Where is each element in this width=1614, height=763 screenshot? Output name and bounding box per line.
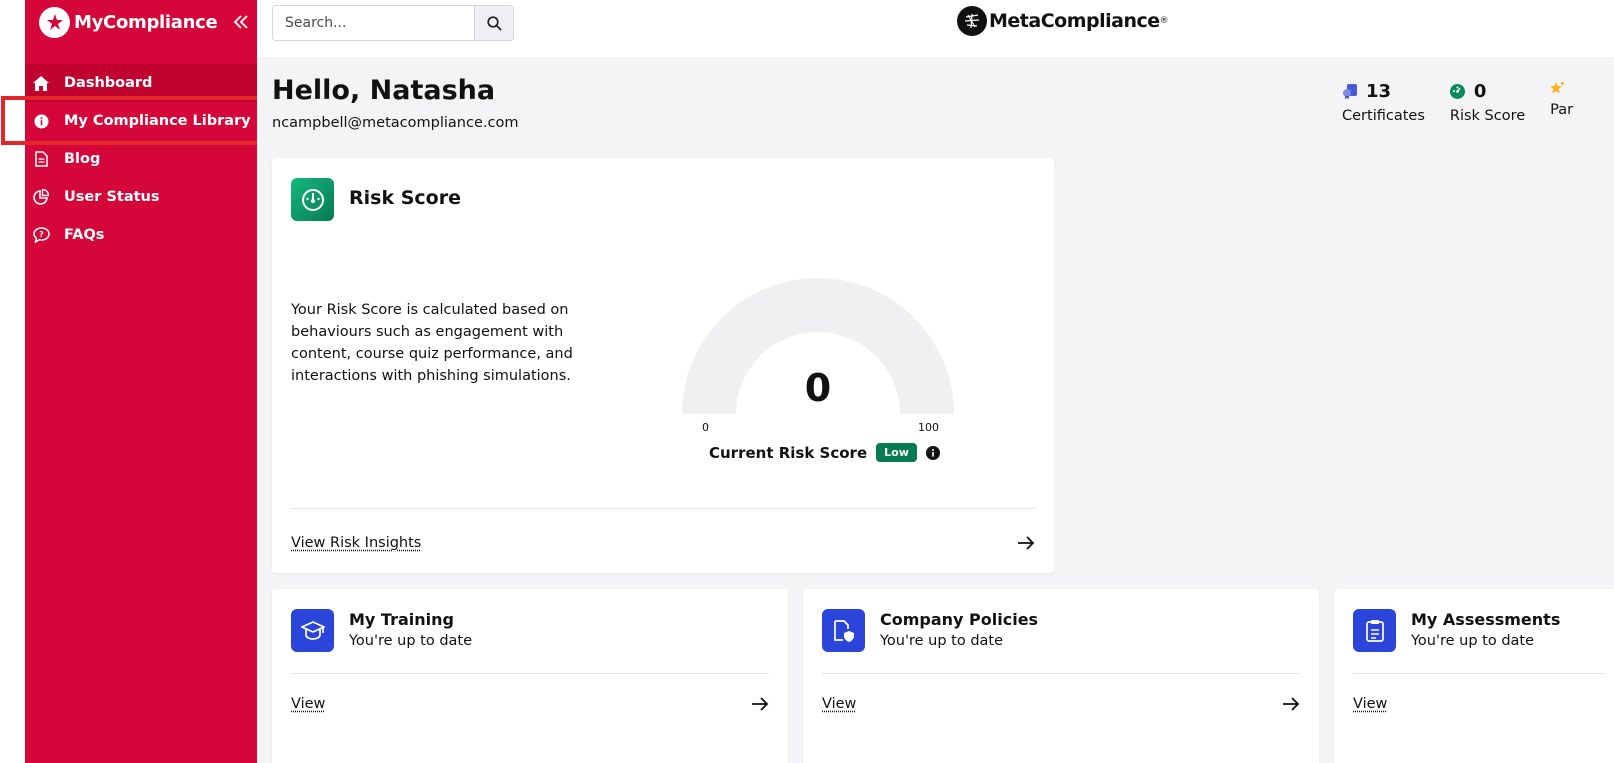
- card-subtitle: You're up to date: [349, 633, 473, 649]
- sidebar-item-label: FAQs: [64, 227, 105, 243]
- view-assessments-link[interactable]: View: [1353, 696, 1387, 712]
- svg-text:?: ?: [39, 230, 44, 239]
- sidebar-item-my-compliance-library[interactable]: My Compliance Library: [25, 102, 257, 140]
- collapse-sidebar-icon[interactable]: [231, 12, 251, 32]
- greeting-title: Hello, Natasha: [272, 75, 496, 106]
- brand-name: MyCompliance: [74, 11, 218, 33]
- stat-value: 13: [1366, 81, 1392, 102]
- card-divider: [291, 508, 1035, 509]
- stat-risk-score[interactable]: 0 Risk Score: [1449, 81, 1526, 124]
- my-assessments-card: My Assessments You're up to date View: [1334, 589, 1614, 763]
- top-bar: MetaCompliance ®: [257, 0, 1614, 57]
- sidebar: MyCompliance Dashboard My Compliance Lib…: [25, 0, 257, 763]
- search-box: [272, 5, 514, 41]
- stat-certificates[interactable]: 13 Certificates: [1342, 81, 1425, 124]
- logo-text: MetaCompliance: [989, 10, 1160, 32]
- stat-label: Risk Score: [1449, 108, 1526, 124]
- card-title: My Assessments: [1411, 610, 1561, 629]
- company-policies-card: Company Policies You're up to date View: [803, 589, 1319, 763]
- main-content: Hello, Natasha ncampbell@metacompliance.…: [257, 57, 1614, 763]
- risk-card-title: Risk Score: [349, 187, 461, 209]
- card-title: My Training: [349, 610, 454, 629]
- chat-question-icon: ?: [32, 226, 50, 244]
- pie-chart-icon: [32, 188, 50, 206]
- card-subtitle: You're up to date: [880, 633, 1004, 649]
- gauge-max-label: 100: [918, 421, 939, 434]
- current-risk-score: Current Risk Score Low: [709, 443, 941, 462]
- certificate-icon: [1342, 84, 1357, 99]
- clipboard-icon: [1353, 609, 1396, 652]
- gauge-icon: [291, 178, 334, 221]
- document-icon: [32, 150, 50, 168]
- search-input[interactable]: [273, 6, 474, 40]
- sidebar-item-label: Blog: [64, 151, 101, 167]
- risk-gauge: 0 0 100: [680, 278, 956, 468]
- graduation-cap-icon: [291, 609, 334, 652]
- risk-description: Your Risk Score is calculated based on b…: [291, 302, 573, 384]
- registered-mark: ®: [1159, 16, 1169, 26]
- search-icon: [486, 15, 502, 31]
- search-button[interactable]: [474, 6, 513, 40]
- card-subtitle: You're up to date: [1411, 633, 1535, 649]
- view-training-link[interactable]: View: [291, 696, 325, 712]
- card-divider: [822, 673, 1300, 674]
- view-risk-insights-link[interactable]: View Risk Insights: [291, 535, 421, 551]
- sidebar-item-blog[interactable]: Blog: [25, 140, 257, 178]
- sidebar-item-dashboard[interactable]: Dashboard: [25, 64, 257, 102]
- stat-value: 0: [1473, 81, 1487, 102]
- view-policies-link[interactable]: View: [822, 696, 856, 712]
- card-title: Company Policies: [880, 610, 1039, 629]
- risk-score-card: Risk Score Your Risk Score is calculated…: [272, 158, 1054, 573]
- sidebar-item-label: My Compliance Library: [64, 113, 251, 129]
- metacompliance-logo-icon: [957, 6, 987, 36]
- risk-level-badge: Low: [876, 443, 917, 462]
- mycompliance-logo-icon: [39, 6, 70, 38]
- gauge-min-label: 0: [702, 421, 709, 434]
- star-icon: [1550, 81, 1565, 96]
- stat-participation[interactable]: Par: [1550, 81, 1574, 124]
- my-training-card: My Training You're up to date View: [272, 589, 788, 763]
- arrow-right-icon[interactable]: [1281, 694, 1301, 714]
- sidebar-item-label: User Status: [64, 189, 160, 205]
- home-icon: [32, 74, 50, 92]
- user-email: ncampbell@metacompliance.com: [272, 115, 519, 131]
- card-divider: [291, 673, 769, 674]
- info-icon: [32, 112, 50, 130]
- sidebar-item-label: Dashboard: [64, 75, 153, 91]
- gauge-value: 0: [804, 366, 832, 410]
- info-icon[interactable]: [926, 445, 941, 460]
- stat-label: Certificates: [1342, 108, 1425, 124]
- sidebar-item-faqs[interactable]: ? FAQs: [25, 216, 257, 254]
- stats-bar: 13 Certificates 0 Risk Score Par: [1342, 81, 1599, 124]
- sidebar-item-user-status[interactable]: User Status: [25, 178, 257, 216]
- stat-label: Par: [1550, 102, 1574, 118]
- arrow-right-icon[interactable]: [1016, 533, 1036, 553]
- arrow-right-icon[interactable]: [750, 694, 770, 714]
- sidebar-nav: Dashboard My Compliance Library Blog Use…: [25, 64, 257, 254]
- gauge-icon: [1449, 84, 1465, 99]
- current-risk-label: Current Risk Score: [709, 443, 868, 462]
- policy-shield-icon: [822, 609, 865, 652]
- brand[interactable]: MyCompliance: [25, 0, 257, 44]
- metacompliance-logo: MetaCompliance ®: [957, 6, 1169, 36]
- card-divider: [1353, 673, 1605, 674]
